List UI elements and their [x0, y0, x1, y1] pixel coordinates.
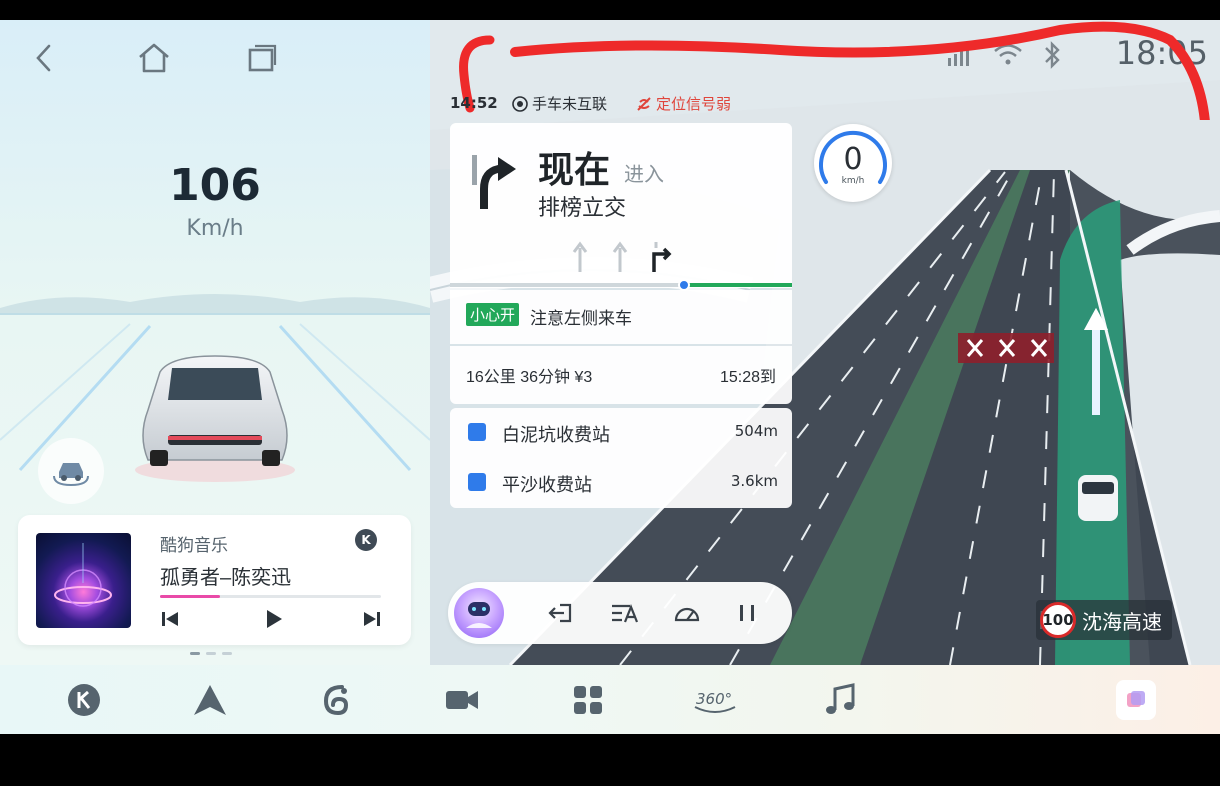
next-icon[interactable] [358, 607, 386, 631]
dashboard-mode-icon[interactable] [670, 596, 704, 630]
current-speed: 0 [843, 142, 863, 177]
kugou-icon[interactable] [64, 680, 104, 720]
turn-guidance-card[interactable]: 现在 进入 排榜立交 [450, 123, 792, 291]
music-icon[interactable] [820, 680, 860, 720]
music-progress-bar[interactable] [160, 595, 381, 598]
toll-distance: 3.6km [730, 472, 778, 490]
nav-clock: 14:52 [450, 94, 498, 112]
toll-list[interactable]: 白泥坑收费站 504m 平沙收费站 3.6km [450, 408, 792, 508]
current-speed-unit: km/h [841, 176, 865, 186]
signal-icon [948, 46, 969, 66]
widget-page-indicator [190, 652, 232, 655]
toll-station-icon [468, 473, 486, 491]
phone-link-status[interactable]: 手车未互联 [512, 93, 607, 114]
lane-guidance-icon [572, 241, 672, 272]
eta-summary: 16公里 36分钟 ¥3 [466, 369, 593, 386]
music-song-title: 孤勇者–陈奕迅 [160, 567, 292, 589]
vehicle-speed-unit: Km/h [186, 216, 244, 241]
page-dot [190, 652, 200, 655]
gps-status-label: 定位信号弱 [656, 96, 732, 113]
play-icon[interactable] [260, 607, 288, 631]
album-art[interactable] [36, 533, 131, 628]
voice-assistant-icon[interactable] [316, 680, 356, 720]
eta-card[interactable]: 16公里 36分钟 ¥3 15:28到 [450, 346, 792, 404]
home-icon[interactable] [134, 38, 174, 78]
page-dot [222, 652, 232, 655]
recent-apps-icon[interactable] [242, 38, 282, 78]
pause-navigation-icon[interactable] [730, 596, 764, 630]
vehicle-view-toggle-icon[interactable] [38, 438, 104, 504]
navigation-icon[interactable] [190, 680, 230, 720]
dashcam-icon[interactable] [442, 680, 482, 720]
route-progress-line [450, 279, 792, 291]
warning-card: 小心开 注意左侧来车 [450, 290, 792, 344]
route-settings-icon[interactable] [608, 596, 642, 630]
toll-station-icon [468, 423, 486, 441]
guide-enter-text: 进入 [624, 164, 664, 186]
apps-icon[interactable] [568, 680, 608, 720]
list-item[interactable]: 平沙收费站 3.6km [450, 458, 792, 508]
toll-name: 平沙收费站 [502, 475, 592, 495]
voice-assistant-avatar-icon[interactable] [454, 588, 504, 638]
status-bar: 18:05 [430, 20, 1220, 82]
road-info-badge: 100 沈海高速 [1036, 600, 1172, 640]
list-item[interactable]: 白泥坑收费站 504m [450, 408, 792, 458]
link-icon [512, 95, 528, 112]
warning-text: 注意左侧来车 [530, 309, 632, 328]
left-panel: 106 Km/h 酷狗音乐 孤勇者–陈奕迅 K [0, 20, 430, 665]
map-toolbar [448, 582, 792, 644]
status-clock: 18:05 [1115, 34, 1208, 72]
360-label: 360° [696, 690, 732, 708]
phone-link-label: 手车未互联 [532, 96, 608, 113]
guide-road-name: 排榜立交 [538, 195, 627, 220]
wifi-icon [994, 44, 1022, 65]
multitask-icon[interactable] [1116, 680, 1156, 720]
current-road-name: 沈海高速 [1082, 611, 1162, 634]
toll-name: 白泥坑收费站 [502, 425, 610, 445]
vehicle-speed: 106 [169, 160, 261, 211]
exit-navigation-icon[interactable] [544, 596, 578, 630]
music-progress-fill [160, 595, 220, 598]
360-camera-icon[interactable]: 360° [690, 680, 740, 720]
speedometer-dial: 0 km/h [814, 124, 892, 202]
gps-status: 定位信号弱 [636, 93, 731, 114]
app-dock: 360° [0, 665, 1220, 734]
toll-distance: 504m [734, 422, 778, 440]
turn-right-arrow-icon [472, 155, 516, 209]
gps-weak-icon [637, 96, 651, 111]
back-icon[interactable] [24, 38, 64, 78]
music-widget[interactable]: 酷狗音乐 孤勇者–陈奕迅 K [18, 515, 411, 645]
previous-icon[interactable] [156, 607, 184, 631]
kugou-badge-icon[interactable]: K [355, 529, 377, 551]
eta-arrival: 15:28到 [719, 369, 776, 386]
warning-tag: 小心开 [466, 303, 520, 326]
car-infotainment-screen: 106 Km/h 酷狗音乐 孤勇者–陈奕迅 K 18:05 14:52 手车未互… [0, 20, 1220, 734]
guide-now-text: 现在 [538, 149, 611, 190]
music-app-name: 酷狗音乐 [160, 536, 228, 555]
speed-limit-sign: 100 [1040, 602, 1076, 638]
page-dot [206, 652, 216, 655]
bluetooth-icon [1045, 41, 1060, 69]
